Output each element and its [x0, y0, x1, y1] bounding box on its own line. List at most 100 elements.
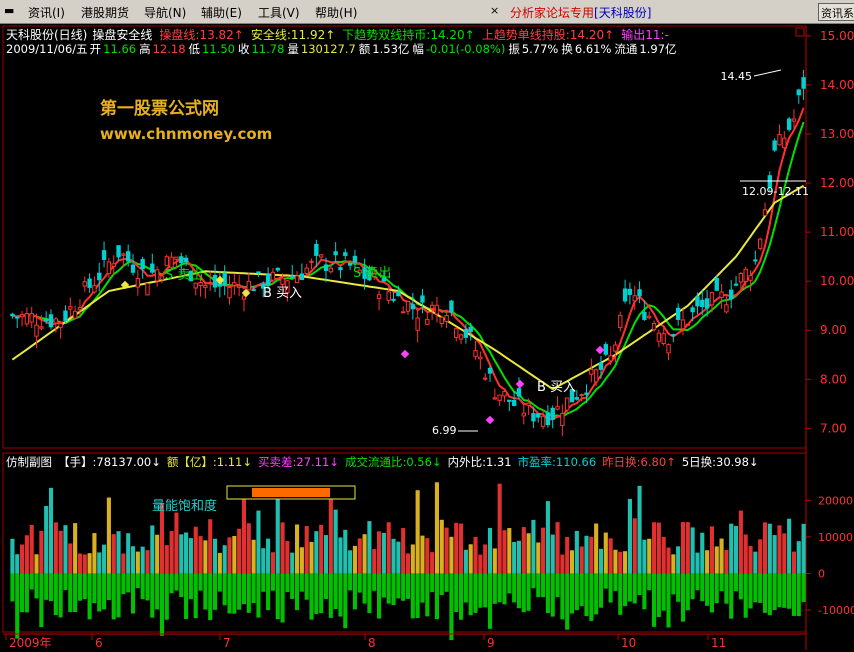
volume-bar-negative	[714, 573, 719, 604]
volume-bar	[29, 524, 34, 574]
volume-bar-negative	[241, 573, 247, 605]
candle-body	[121, 253, 126, 256]
volume-bar	[116, 531, 121, 574]
volume-bar-negative	[328, 573, 333, 618]
volume-bar	[758, 539, 763, 574]
volume-bar	[439, 519, 444, 574]
volume-bar	[338, 537, 343, 574]
candle-body	[439, 316, 444, 325]
volume-bar	[748, 545, 753, 574]
volume-bar	[729, 523, 734, 574]
volume-bar-negative	[507, 573, 512, 594]
volume-bar	[102, 544, 107, 574]
candle-body	[58, 323, 63, 328]
volume-bar	[589, 536, 594, 574]
sub-stat: 市盈率:110.66	[518, 455, 597, 469]
volume-bar	[685, 522, 690, 574]
quote-value: 11.78	[251, 42, 284, 56]
candle-body	[77, 307, 83, 311]
volume-bar-negative	[405, 573, 411, 599]
time-tick-label: 6	[95, 636, 103, 650]
volume-bar	[671, 554, 676, 574]
volume-bar-negative	[217, 573, 222, 592]
quote-value: 5.77%	[522, 42, 559, 56]
candle-body	[748, 275, 753, 281]
volume-bar	[516, 540, 522, 574]
volume-bar	[203, 540, 208, 574]
volume-bar	[193, 526, 198, 574]
candle-body	[724, 304, 729, 313]
candle-body	[126, 251, 131, 262]
stock-chart[interactable]: 15.00 14.00 13.00 12.00 11.00 10.00 9.00 8.00 7.…	[0, 0, 854, 652]
volume-bar	[574, 530, 579, 574]
candle-body	[294, 275, 300, 284]
volume-bar	[328, 489, 333, 574]
volume-bar-negative	[15, 573, 20, 639]
volume-bar	[97, 552, 102, 574]
volume-bar-negative	[603, 573, 608, 589]
candle-body	[174, 256, 179, 260]
volume-bar-negative	[627, 573, 632, 602]
volume-bar-negative	[569, 573, 575, 614]
volume-bar-negative	[212, 573, 218, 610]
indicator-value: 下趋势双线持币:14.20↑	[342, 27, 474, 42]
volume-bar	[724, 549, 729, 574]
candle-body	[700, 299, 705, 307]
candle-body	[584, 392, 589, 396]
volume-bar	[430, 552, 435, 574]
volume-bar-negative	[266, 573, 271, 611]
volume-bar-negative	[140, 573, 145, 600]
high-price-label: 14.45	[721, 70, 753, 83]
volume-bar-negative	[425, 573, 430, 617]
volume-bar-negative	[362, 573, 367, 604]
candle-body	[164, 256, 169, 267]
candle-body	[487, 367, 493, 374]
volume-bar	[222, 545, 227, 574]
volume-bar	[53, 522, 58, 574]
candle-body	[560, 413, 565, 427]
volume-bar	[391, 538, 396, 574]
candle-body	[376, 294, 382, 299]
quote-label: 收	[238, 42, 250, 56]
volume-bar-negative	[256, 573, 261, 618]
candle-body	[550, 407, 555, 420]
volume-bar-negative	[222, 573, 227, 606]
volume-bar-negative	[203, 573, 208, 610]
candle-body	[63, 310, 68, 321]
volume-bar-negative	[164, 573, 169, 620]
time-tick-label: 11	[711, 636, 726, 650]
volume-bar	[34, 554, 39, 574]
volume-bar-negative	[700, 573, 705, 602]
volume-bar-negative	[377, 573, 382, 619]
volume-bar-negative	[796, 573, 801, 617]
volume-bar	[145, 550, 150, 574]
volume-bar-negative	[676, 573, 681, 602]
volume-bar	[232, 535, 237, 574]
volume-bar-negative	[545, 573, 550, 613]
price-tick-label: 12.00	[820, 176, 854, 190]
volume-bar	[487, 527, 493, 574]
main-pane-toggle-icon[interactable]	[795, 27, 805, 37]
main-pane-frame	[2, 25, 807, 449]
candle-body	[87, 278, 92, 288]
volume-bar-negative	[733, 573, 739, 592]
volume-bar-negative	[227, 573, 232, 614]
volume-bar-negative	[791, 573, 796, 616]
candle-body	[468, 326, 473, 332]
candle-body	[97, 272, 102, 281]
volume-bar-negative	[77, 573, 83, 601]
candle-body	[497, 394, 502, 401]
price-tick-label: 10.00	[820, 274, 854, 288]
volume-tick-label: 20000	[818, 494, 853, 507]
safety-line	[11, 184, 805, 391]
volume-bar-negative	[661, 573, 666, 611]
volume-bar	[372, 549, 377, 574]
quote-label: 振	[508, 42, 520, 56]
candle-body	[613, 344, 618, 352]
volume-bar-negative	[121, 573, 126, 595]
volume-bar	[77, 553, 83, 574]
volume-bar-negative	[48, 573, 54, 602]
candle-body	[627, 288, 633, 295]
candle-body	[222, 272, 227, 286]
candle-body	[651, 323, 657, 331]
